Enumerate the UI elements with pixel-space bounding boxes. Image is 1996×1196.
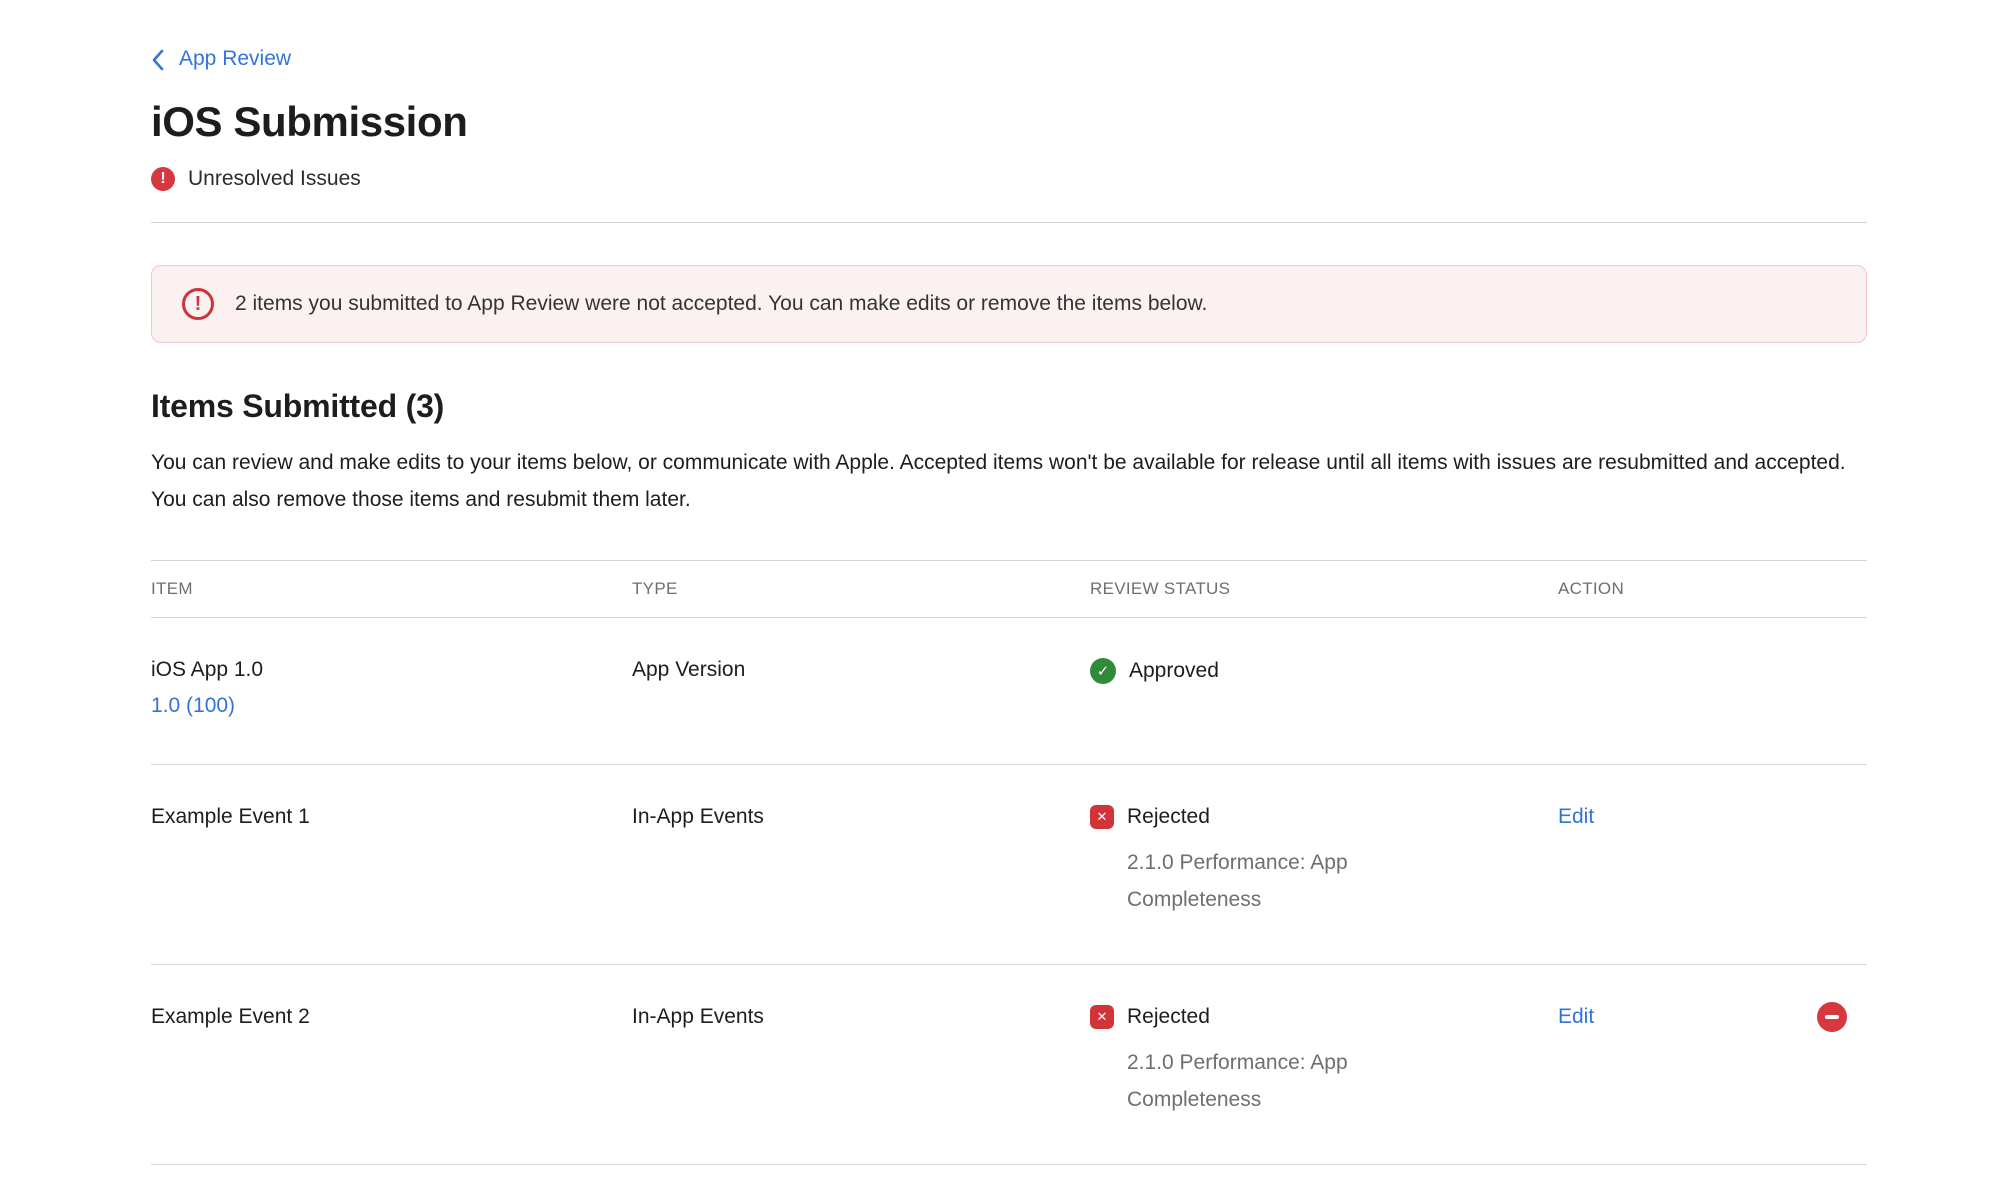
remove-item-button[interactable]: [1817, 1002, 1847, 1032]
status-cell: ✕ Rejected 2.1.0 Performance: App Comple…: [1090, 1005, 1558, 1118]
status-label: Rejected: [1127, 1005, 1210, 1029]
rejection-reason: 2.1.0 Performance: App Completeness: [1127, 1044, 1385, 1118]
edit-link[interactable]: Edit: [1558, 805, 1594, 829]
alert-message: 2 items you submitted to App Review were…: [235, 292, 1207, 316]
type-cell: In-App Events: [632, 1005, 1090, 1118]
table-row: iOS App 1.0 1.0 (100) App Version ✓ Appr…: [151, 618, 1867, 765]
build-version-link[interactable]: 1.0 (100): [151, 694, 235, 718]
table-header-row: ITEM TYPE REVIEW STATUS ACTION: [151, 560, 1867, 618]
alert-outline-icon: !: [182, 288, 214, 320]
items-table: ITEM TYPE REVIEW STATUS ACTION iOS App 1…: [151, 560, 1867, 1165]
page-title: iOS Submission: [151, 98, 1867, 146]
type-cell: In-App Events: [632, 805, 1090, 918]
chevron-left-icon: [151, 47, 164, 71]
minus-icon: [1825, 1015, 1839, 1019]
breadcrumb-app-review[interactable]: App Review: [151, 47, 291, 71]
table-row: Example Event 2 In-App Events ✕ Rejected…: [151, 965, 1867, 1165]
error-circle-icon: !: [151, 167, 175, 191]
column-header-action: ACTION: [1558, 579, 1867, 599]
table-row: Example Event 1 In-App Events ✕ Rejected…: [151, 765, 1867, 965]
status-badge-label: Unresolved Issues: [188, 167, 361, 191]
item-cell: iOS App 1.0 1.0 (100): [151, 658, 632, 718]
section-heading: Items Submitted (3): [151, 388, 1867, 425]
rejection-reason: 2.1.0 Performance: App Completeness: [1127, 844, 1385, 918]
section-description: You can review and make edits to your it…: [151, 444, 1867, 518]
action-cell: Edit: [1558, 805, 1867, 918]
column-header-review-status: REVIEW STATUS: [1090, 579, 1558, 599]
item-cell: Example Event 2: [151, 1005, 632, 1118]
status-cell: ✕ Rejected 2.1.0 Performance: App Comple…: [1090, 805, 1558, 918]
check-circle-icon: ✓: [1090, 658, 1116, 684]
x-square-icon: ✕: [1090, 805, 1114, 829]
header-divider: [151, 222, 1867, 223]
alert-banner: ! 2 items you submitted to App Review we…: [151, 265, 1867, 343]
column-header-item: ITEM: [151, 579, 632, 599]
item-name: Example Event 2: [151, 1005, 632, 1029]
action-cell: Edit: [1558, 1005, 1867, 1118]
status-label: Rejected: [1127, 805, 1210, 829]
item-name: iOS App 1.0: [151, 658, 632, 682]
status-line: ✕ Rejected: [1090, 1005, 1558, 1029]
column-header-type: TYPE: [632, 579, 1090, 599]
x-square-icon: ✕: [1090, 1005, 1114, 1029]
edit-link[interactable]: Edit: [1558, 1005, 1594, 1029]
status-label: Approved: [1129, 659, 1219, 683]
status-cell: ✓ Approved: [1090, 658, 1558, 718]
action-cell: [1558, 658, 1867, 718]
item-name: Example Event 1: [151, 805, 632, 829]
status-badge: ! Unresolved Issues: [151, 167, 1867, 191]
item-cell: Example Event 1: [151, 805, 632, 918]
status-line: ✓ Approved: [1090, 658, 1558, 684]
status-line: ✕ Rejected: [1090, 805, 1558, 829]
breadcrumb-label: App Review: [179, 47, 291, 71]
page-content: App Review iOS Submission ! Unresolved I…: [0, 0, 1996, 1165]
type-cell: App Version: [632, 658, 1090, 718]
